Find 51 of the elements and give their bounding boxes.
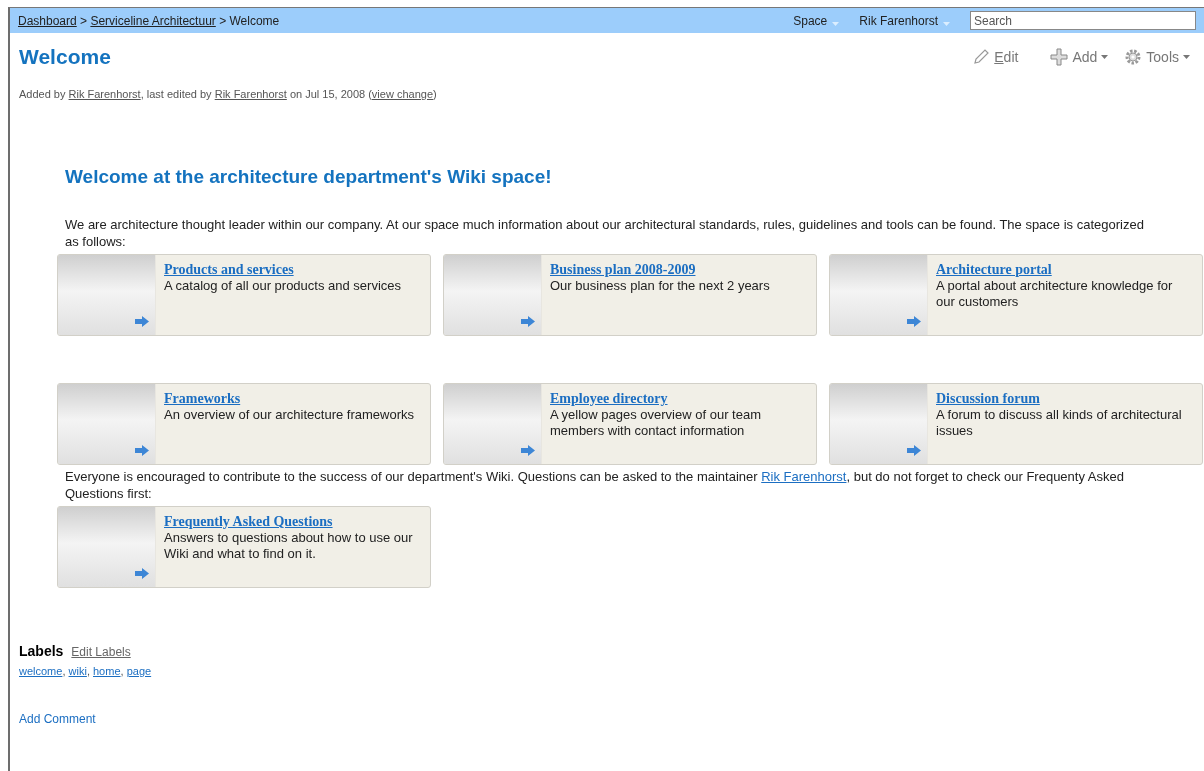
card-title-link[interactable]: Employee directory [550, 391, 668, 407]
card-title-link[interactable]: Frequently Asked Questions [164, 514, 333, 530]
caret-icon [1101, 55, 1109, 59]
caret-icon [943, 21, 950, 26]
plus-icon [1050, 48, 1069, 66]
add-comment-link[interactable]: Add Comment [19, 712, 96, 726]
section-heading: Welcome at the architecture department's Wiki space! [65, 166, 553, 188]
arrow-icon [907, 316, 921, 327]
card-title-link[interactable]: Discussion forum [936, 391, 1040, 407]
card-title-link[interactable]: Frameworks [164, 391, 241, 407]
edit-labels-link[interactable]: Edit Labels [71, 645, 131, 659]
card-description: A portal about architecture knowledge for our customers [936, 278, 1174, 310]
link[interactable]: Rik Farenhorst [68, 88, 141, 100]
card-description: Answers to questions about how to use our Wiki and what to find on it. [164, 530, 414, 562]
byline: Added by Rik Farenhorst, last edited by Rik Farenhorst on Jul 15, 2008 (view change) [19, 88, 438, 100]
caret-icon [1183, 55, 1190, 59]
card-description: A yellow pages overview of our team members with contact information [550, 407, 762, 439]
paragraph: Everyone is encouraged to contribute to the success of our department's Wiki. Questions can be asked to the maintainer Rik Farenhorst, but do not forget to check our Frequenty Asked Questions first: [65, 468, 1125, 502]
arrow-icon [521, 316, 535, 327]
arrow-icon [135, 568, 149, 579]
card-description: Our business plan for the next 2 years [550, 278, 770, 294]
link[interactable]: Rik Farenhorst [214, 88, 287, 100]
card-title-link[interactable]: Architecture portal [936, 262, 1052, 278]
label-link[interactable]: home [93, 665, 121, 677]
menu-button[interactable]: Rik Farenhorst [859, 13, 960, 28]
intro-text: We are architecture thought leader within our company. At our space much information about our architectural standards, rules, guidelines and tools can be found. The space is categorized as follows: [65, 216, 1145, 250]
labels-heading: Labels [19, 643, 64, 659]
menu-button[interactable]: Space [793, 13, 850, 28]
card-description: A catalog of all our products and services [164, 278, 402, 294]
card-description: An overview of our architecture frameworks [164, 407, 414, 423]
label-list: welcome, wiki, home, page [19, 665, 1204, 677]
label-link[interactable]: page [126, 665, 152, 677]
breadcrumb: Dashboard > Serviceline Architectuur > Welcome [18, 13, 280, 28]
arrow-icon [907, 445, 921, 456]
card-title-link[interactable]: Business plan 2008-2009 [550, 262, 696, 278]
search-field[interactable]: Search [970, 11, 1196, 30]
label-link[interactable]: wiki [68, 665, 87, 677]
link[interactable]: Dashboard [18, 13, 77, 28]
arrow-icon [135, 316, 149, 327]
gear-icon [1124, 48, 1143, 66]
card-title-link[interactable]: Products and services [164, 262, 294, 278]
link[interactable]: Serviceline Architectuur [90, 13, 216, 28]
arrow-icon [521, 445, 535, 456]
card-description: A forum to discuss all kinds of architectural issues [936, 407, 1183, 439]
caret-icon [832, 21, 840, 26]
arrow-icon [135, 445, 149, 456]
action-button[interactable]: Tools [1124, 48, 1190, 66]
action-button[interactable]: Edit [972, 48, 1019, 66]
pencil-icon [972, 48, 991, 66]
action-button[interactable]: Add [1050, 48, 1109, 66]
page-title: Welcome [19, 45, 111, 69]
